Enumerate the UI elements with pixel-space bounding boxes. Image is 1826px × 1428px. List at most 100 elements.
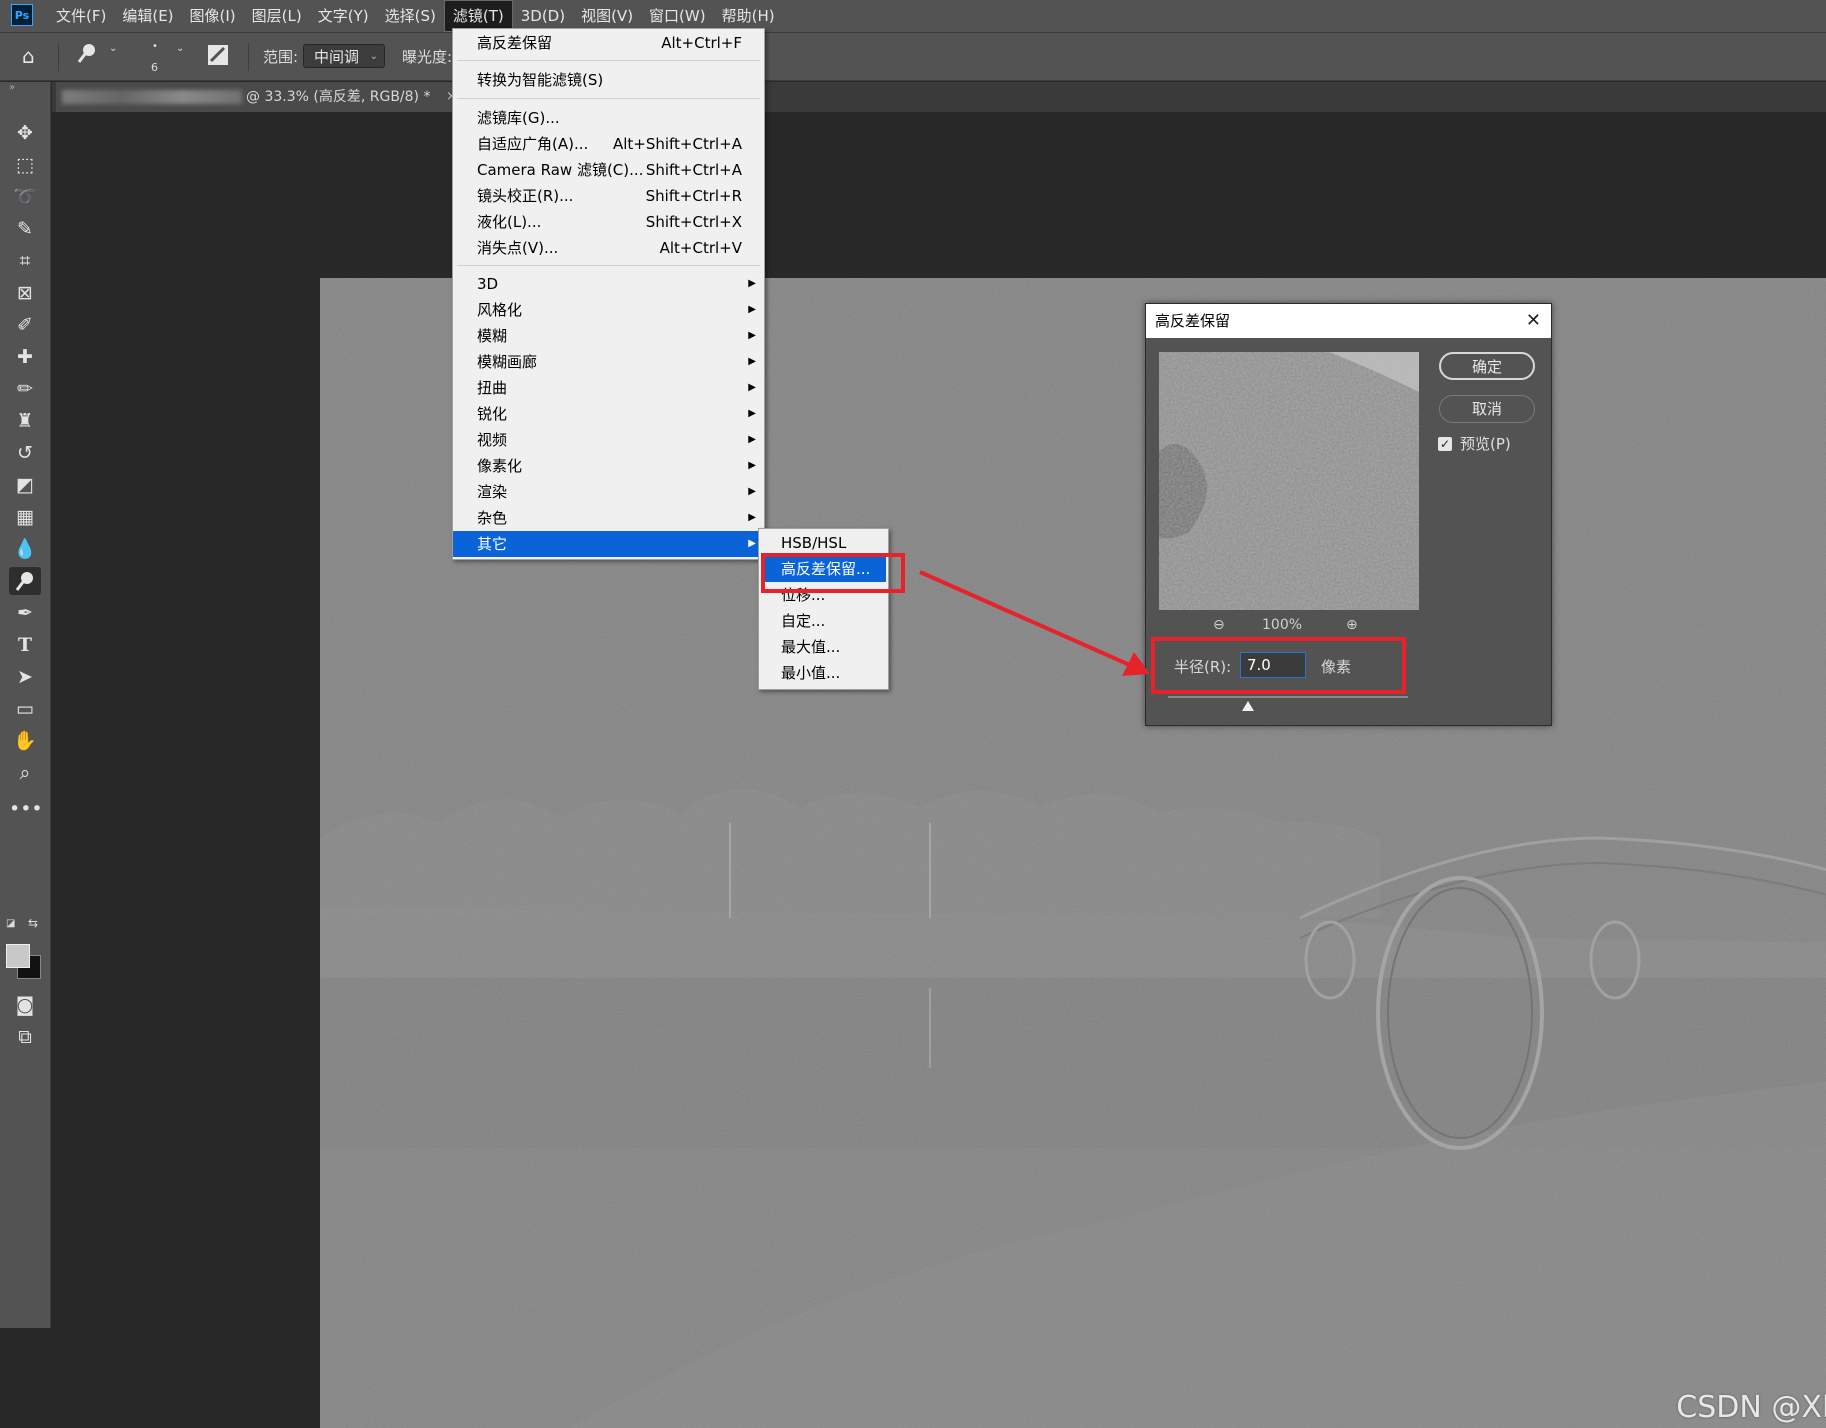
brush-chevron-down-icon[interactable]: ⌄ <box>176 43 184 54</box>
preview-thumbnail <box>1159 352 1419 610</box>
brush-dot-icon: • <box>152 41 158 52</box>
preview-checkbox[interactable]: ✓ <box>1438 437 1452 451</box>
menu-item-smart-filter[interactable]: 转换为智能滤镜(S) <box>453 67 764 93</box>
filter-menu: 高反差保留 Alt+Ctrl+F 转换为智能滤镜(S) 滤镜库(G)... 自适… <box>452 28 765 560</box>
menu-item-blur[interactable]: 模糊 ▶ <box>453 323 764 349</box>
menu-layer[interactable]: 图层(L) <box>244 0 310 32</box>
menu-item-label: 转换为智能滤镜(S) <box>477 71 604 89</box>
menu-item-camera-raw[interactable]: Camera Raw 滤镜(C)... Shift+Ctrl+A <box>453 157 764 183</box>
range-select[interactable]: 中间调 ⌄ <box>303 44 385 68</box>
menu-separator <box>457 98 760 99</box>
foreground-color-swatch[interactable] <box>6 944 30 968</box>
rectangle-tool-icon[interactable]: ▭ <box>9 695 41 723</box>
menu-item-sharpen[interactable]: 锐化 ▶ <box>453 401 764 427</box>
type-tool-icon[interactable]: T <box>9 631 41 659</box>
submenu-arrow-icon: ▶ <box>748 356 756 367</box>
lasso-tool-icon[interactable]: ➰ <box>9 183 41 211</box>
document-tab-title: @ 33.3% (高反差, RGB/8) * <box>246 89 431 105</box>
frame-tool-icon[interactable]: ⊠ <box>9 279 41 307</box>
submenu-arrow-icon: ▶ <box>748 486 756 497</box>
menu-type[interactable]: 文字(Y) <box>310 0 377 32</box>
menu-image[interactable]: 图像(I) <box>182 0 244 32</box>
menu-separator <box>457 60 760 61</box>
pen-tool-icon[interactable]: ✒ <box>9 599 41 627</box>
menu-item-stylize[interactable]: 风格化 ▶ <box>453 297 764 323</box>
divider <box>58 43 59 71</box>
zoom-tool-icon[interactable]: ⌕ <box>9 759 41 787</box>
menu-item-label: 消失点(V)... <box>477 239 559 257</box>
zoom-out-icon[interactable]: ⊖ <box>1213 617 1225 633</box>
menu-item-label: 锐化 <box>477 405 508 423</box>
cancel-button[interactable]: 取消 <box>1439 395 1535 423</box>
dialog-preview-image[interactable] <box>1159 352 1419 610</box>
brush-tool-icon[interactable]: ✏ <box>9 375 41 403</box>
menu-item-pixelate[interactable]: 像素化 ▶ <box>453 453 764 479</box>
menu-item-liquify[interactable]: 液化(L)... Shift+Ctrl+X <box>453 209 764 235</box>
screen-mode-icon[interactable]: ⧉ <box>9 1023 41 1051</box>
menu-item-label: 模糊 <box>477 327 508 345</box>
submenu-item-minimum[interactable]: 最小值... <box>761 660 886 686</box>
clone-stamp-tool-icon[interactable]: ♜ <box>9 407 41 435</box>
ok-button[interactable]: 确定 <box>1439 352 1535 380</box>
menu-item-shortcut: Alt+Ctrl+F <box>661 34 742 52</box>
history-brush-tool-icon[interactable]: ↺ <box>9 439 41 467</box>
burn-tool-preset-icon[interactable] <box>76 42 98 71</box>
menu-item-noise[interactable]: 杂色 ▶ <box>453 505 764 531</box>
radius-slider-thumb[interactable] <box>1242 701 1254 711</box>
zoom-in-icon[interactable]: ⊕ <box>1346 617 1358 633</box>
photoshop-logo: Ps <box>11 4 33 26</box>
menu-item-shortcut: Shift+Ctrl+A <box>645 161 742 179</box>
crop-tool-icon[interactable]: ⌗ <box>9 247 41 275</box>
document-tab[interactable]: @ 33.3% (高反差, RGB/8) * × <box>56 82 457 112</box>
marquee-tool-icon[interactable]: ⬚ <box>9 151 41 179</box>
quick-mask-icon[interactable]: ◙ <box>9 991 41 1019</box>
menu-item-distort[interactable]: 扭曲 ▶ <box>453 375 764 401</box>
annotation-box-radius <box>1151 637 1406 694</box>
menu-item-label: 扭曲 <box>477 379 508 397</box>
menu-item-shortcut: Alt+Ctrl+V <box>659 239 742 257</box>
menu-file[interactable]: 文件(F) <box>48 0 114 32</box>
blurred-filename <box>62 90 242 104</box>
gradient-tool-icon[interactable]: ▦ <box>9 503 41 531</box>
close-icon[interactable]: ✕ <box>1526 304 1541 338</box>
radius-slider-track[interactable] <box>1168 696 1408 698</box>
range-value: 中间调 <box>314 48 360 66</box>
brush-settings-icon[interactable] <box>207 44 229 71</box>
menu-item-last-filter[interactable]: 高反差保留 Alt+Ctrl+F <box>453 30 764 56</box>
menu-select[interactable]: 选择(S) <box>377 0 444 32</box>
menu-item-render[interactable]: 渲染 ▶ <box>453 479 764 505</box>
menu-item-lens-correction[interactable]: 镜头校正(R)... Shift+Ctrl+R <box>453 183 764 209</box>
menu-item-filter-gallery[interactable]: 滤镜库(G)... <box>453 105 764 131</box>
home-icon[interactable]: ⌂ <box>22 44 35 68</box>
menu-item-3d[interactable]: 3D ▶ <box>453 271 764 297</box>
burn-tool-icon[interactable] <box>9 567 41 595</box>
menu-item-label: 镜头校正(R)... <box>477 187 574 205</box>
path-select-tool-icon[interactable]: ➤ <box>9 663 41 691</box>
blur-tool-icon[interactable]: 💧 <box>9 535 41 563</box>
default-colors-icon[interactable]: ◪ <box>6 918 15 929</box>
more-tools-icon[interactable]: ••• <box>9 795 43 823</box>
healing-brush-tool-icon[interactable]: ✚ <box>9 343 41 371</box>
menu-edit[interactable]: 编辑(E) <box>114 0 181 32</box>
submenu-item-custom[interactable]: 自定... <box>761 608 886 634</box>
collapse-icon[interactable]: » <box>9 82 15 93</box>
quick-select-tool-icon[interactable]: ✎ <box>9 215 41 243</box>
swap-colors-icon[interactable]: ⇆ <box>28 916 38 930</box>
canvas-area: CSDN @XPii <box>51 112 1826 1428</box>
options-bar: ⌂ ⌄ • 6 ⌄ 范围: 中间调 ⌄ 曝光度: <box>0 33 1826 81</box>
menu-item-other[interactable]: 其它 ▶ <box>453 531 764 557</box>
menu-item-adaptive-wide-angle[interactable]: 自适应广角(A)... Alt+Shift+Ctrl+A <box>453 131 764 157</box>
eyedropper-tool-icon[interactable]: ✐ <box>9 311 41 339</box>
chevron-down-icon[interactable]: ⌄ <box>109 43 117 54</box>
hand-tool-icon[interactable]: ✋ <box>9 727 41 755</box>
menu-item-video[interactable]: 视频 ▶ <box>453 427 764 453</box>
dialog-titlebar[interactable]: 高反差保留 ✕ <box>1146 304 1551 338</box>
divider <box>248 43 249 71</box>
menu-separator <box>457 265 760 266</box>
move-tool-icon[interactable]: ✥ <box>9 119 41 147</box>
submenu-item-maximum[interactable]: 最大值... <box>761 634 886 660</box>
document-tab-bar: @ 33.3% (高反差, RGB/8) * × <box>52 82 1826 112</box>
menu-item-vanishing-point[interactable]: 消失点(V)... Alt+Ctrl+V <box>453 235 764 261</box>
eraser-tool-icon[interactable]: ◩ <box>9 471 41 499</box>
menu-item-blur-gallery[interactable]: 模糊画廊 ▶ <box>453 349 764 375</box>
